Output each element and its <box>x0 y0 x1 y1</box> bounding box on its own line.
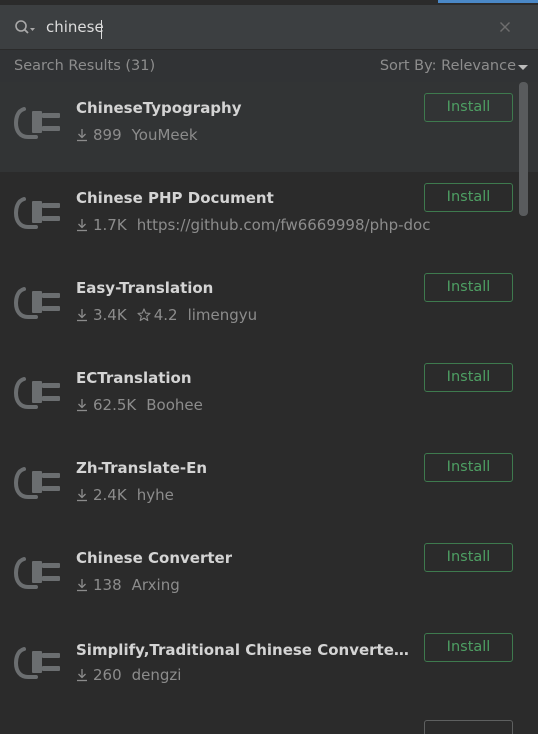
plugin-plug-icon <box>13 191 62 235</box>
plugin-author: dengzi <box>131 666 182 684</box>
plugin-meta: 138 Arxing <box>76 576 180 594</box>
download-count: 899 <box>93 126 122 144</box>
plugin-plug-icon <box>13 641 62 685</box>
results-header: Search Results (31) Sort By: Relevance <box>0 50 538 82</box>
scrollbar[interactable] <box>519 82 528 216</box>
rating: 4.2 <box>153 306 178 324</box>
search-input[interactable] <box>46 16 466 38</box>
search-bar <box>0 5 538 50</box>
plugin-meta: 1.7K https://github.com/fw6669998/php-doc <box>76 216 431 234</box>
tab-highlight <box>438 0 538 3</box>
plugin-author: YouMeek <box>131 126 198 144</box>
plugin-name: ECTranslation <box>76 369 192 387</box>
plugin-author: limengyu <box>187 306 258 324</box>
plugin-meta: 2.4K hyhe <box>76 486 174 504</box>
chevron-down-icon[interactable] <box>518 65 528 70</box>
plugin-plug-icon <box>13 281 62 325</box>
install-button[interactable]: Install <box>424 183 513 212</box>
star-icon <box>137 308 151 322</box>
results-list: ChineseTypography 899 YouMeek Install Chin… <box>0 82 538 734</box>
list-item[interactable]: ECTranslation 62.5K Boohee Install <box>0 352 538 442</box>
text-caret <box>101 20 102 39</box>
list-item[interactable]: Zh-Translate-En 2.4K hyhe Install <box>0 442 538 532</box>
plugin-plug-icon <box>13 461 62 505</box>
download-icon <box>76 578 88 592</box>
download-count: 2.4K <box>93 486 127 504</box>
plugin-name: ChineseTypography <box>76 99 242 117</box>
plugin-author: Boohee <box>146 396 203 414</box>
plugin-name: Simplify,Traditional Chinese Converter(简… <box>76 641 414 659</box>
list-item[interactable] <box>0 712 538 734</box>
download-count: 138 <box>93 576 122 594</box>
install-button[interactable]: Install <box>424 93 513 122</box>
plugin-meta: 62.5K Boohee <box>76 396 203 414</box>
download-count: 260 <box>93 666 122 684</box>
plugin-plug-icon <box>13 551 62 595</box>
download-icon <box>76 218 88 232</box>
plugin-author: hyhe <box>136 486 174 504</box>
list-item[interactable]: Easy-Translation 3.4K 4.2 limengyu Install <box>0 262 538 352</box>
list-item[interactable]: Chinese PHP Document 1.7K https://github.… <box>0 172 538 262</box>
download-count: 3.4K <box>93 306 127 324</box>
download-icon <box>76 398 88 412</box>
install-button[interactable]: Install <box>424 633 513 662</box>
plugin-author: https://github.com/fw6669998/php-doc <box>136 216 431 234</box>
plugin-meta: 3.4K 4.2 limengyu <box>76 306 257 324</box>
plugin-meta: 260 dengzi <box>76 666 181 684</box>
close-icon[interactable] <box>498 20 512 34</box>
plugin-plug-icon <box>13 371 62 415</box>
list-item[interactable]: Simplify,Traditional Chinese Converter(简… <box>0 622 538 712</box>
plugin-name: Chinese PHP Document <box>76 189 274 207</box>
download-count: 62.5K <box>93 396 137 414</box>
plugin-name: Easy-Translation <box>76 279 214 297</box>
plugin-plug-icon <box>13 101 62 145</box>
install-button[interactable] <box>424 720 513 734</box>
plugin-author: Arxing <box>131 576 180 594</box>
results-count: Search Results (31) <box>14 58 156 74</box>
install-button[interactable]: Install <box>424 363 513 392</box>
plugin-meta: 899 YouMeek <box>76 126 198 144</box>
list-item[interactable]: Chinese Converter 138 Arxing Install <box>0 532 538 622</box>
list-item[interactable]: ChineseTypography 899 YouMeek Install <box>0 82 538 172</box>
plugin-name: Chinese Converter <box>76 549 233 567</box>
download-icon <box>76 128 88 142</box>
plugin-marketplace-panel: Search Results (31) Sort By: Relevance C… <box>0 0 538 734</box>
download-icon <box>76 668 88 682</box>
install-button[interactable]: Install <box>424 543 513 572</box>
download-icon <box>76 308 88 322</box>
install-button[interactable]: Install <box>424 273 513 302</box>
install-button[interactable]: Install <box>424 453 513 482</box>
sort-dropdown[interactable]: Sort By: Relevance <box>380 58 516 74</box>
plugin-name: Zh-Translate-En <box>76 459 208 477</box>
download-icon <box>76 488 88 502</box>
search-icon[interactable] <box>14 19 36 37</box>
download-count: 1.7K <box>93 216 127 234</box>
